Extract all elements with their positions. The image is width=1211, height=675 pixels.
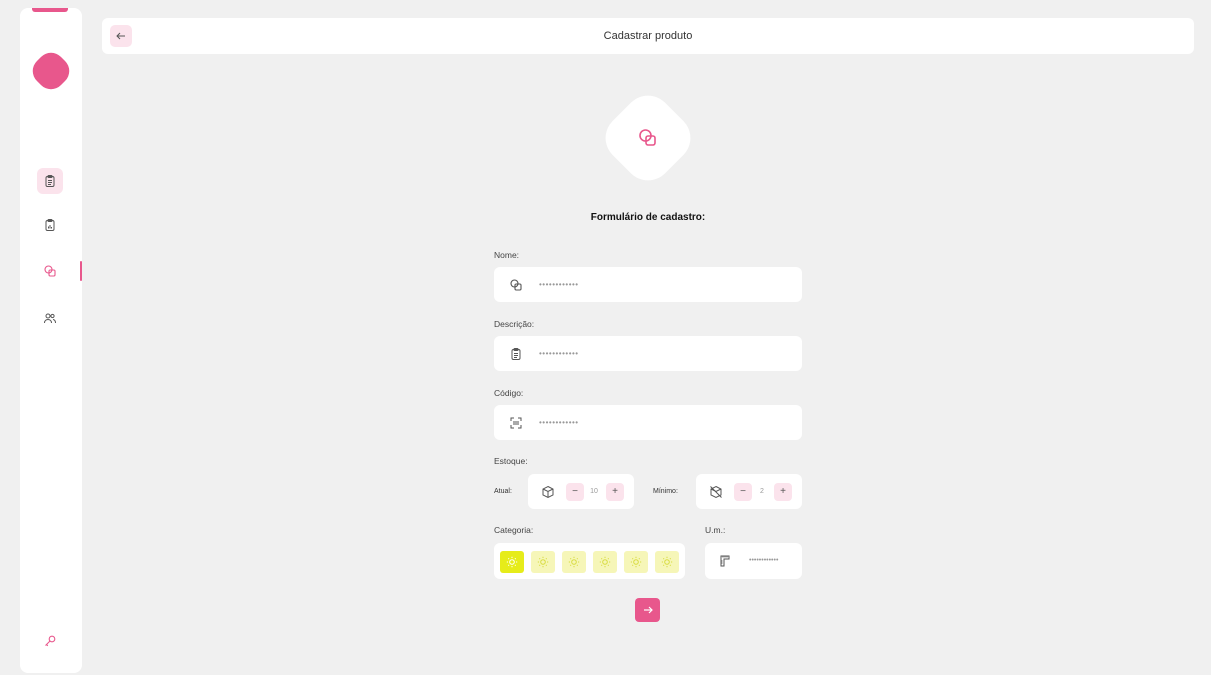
sidebar-item-key[interactable] bbox=[37, 628, 63, 654]
clipboard-icon bbox=[508, 346, 524, 362]
categoria-option[interactable] bbox=[500, 551, 524, 573]
minimo-value[interactable]: 2 bbox=[753, 474, 771, 509]
form-title: Formulário de cadastro: bbox=[590, 212, 706, 223]
atual-increment-button[interactable]: + bbox=[606, 483, 624, 501]
submit-button[interactable] bbox=[635, 598, 660, 622]
box-off-icon bbox=[708, 484, 724, 500]
logo[interactable] bbox=[26, 46, 76, 96]
estoque-minimo-stepper[interactable]: − 2 + bbox=[696, 474, 802, 509]
lightbulb-icon bbox=[661, 556, 673, 568]
ruler-icon bbox=[717, 553, 733, 569]
atual-decrement-button[interactable]: − bbox=[566, 483, 584, 501]
categoria-selector bbox=[494, 543, 685, 579]
sidebar bbox=[20, 8, 82, 673]
clipboard-list-icon bbox=[43, 174, 57, 188]
lightbulb-icon bbox=[630, 556, 642, 568]
arrow-right-icon bbox=[642, 604, 654, 616]
codigo-input[interactable]: •••••••••••• bbox=[539, 405, 579, 440]
nome-input[interactable]: •••••••••••• bbox=[539, 267, 579, 302]
categoria-option[interactable] bbox=[562, 551, 586, 573]
users-icon bbox=[43, 311, 57, 325]
descricao-field[interactable]: •••••••••••• bbox=[494, 336, 802, 371]
um-input[interactable]: •••••••••••• bbox=[749, 543, 778, 579]
page-title: Cadastrar produto bbox=[603, 30, 693, 42]
barcode-scan-icon bbox=[508, 415, 524, 431]
clipboard-chart-icon bbox=[43, 218, 57, 232]
box-icon bbox=[540, 484, 556, 500]
lightbulb-icon bbox=[599, 556, 611, 568]
sidebar-item-products[interactable] bbox=[37, 258, 63, 284]
descricao-input[interactable]: •••••••••••• bbox=[539, 336, 579, 371]
codigo-field[interactable]: •••••••••••• bbox=[494, 405, 802, 440]
categoria-option[interactable] bbox=[593, 551, 617, 573]
estoque-minimo-label: Mínimo: bbox=[653, 488, 678, 495]
lightbulb-icon bbox=[537, 556, 549, 568]
lightbulb-icon bbox=[506, 556, 518, 568]
estoque-label: Estoque: bbox=[494, 456, 528, 466]
categoria-option[interactable] bbox=[624, 551, 648, 573]
sidebar-active-indicator bbox=[80, 261, 82, 281]
header-bar: Cadastrar produto bbox=[102, 18, 1194, 54]
codigo-label: Código: bbox=[494, 388, 524, 398]
estoque-atual-label: Atual: bbox=[494, 488, 512, 495]
products-icon bbox=[508, 277, 524, 293]
sidebar-item-reports[interactable] bbox=[37, 212, 63, 238]
estoque-atual-stepper[interactable]: − 10 + bbox=[528, 474, 634, 509]
nome-field[interactable]: •••••••••••• bbox=[494, 267, 802, 302]
nome-label: Nome: bbox=[494, 250, 520, 260]
minimo-decrement-button[interactable]: − bbox=[734, 483, 752, 501]
sidebar-item-clipboard[interactable] bbox=[37, 168, 63, 194]
minimo-increment-button[interactable]: + bbox=[774, 483, 792, 501]
atual-value[interactable]: 10 bbox=[585, 474, 603, 509]
descricao-label: Descrição: bbox=[494, 319, 535, 329]
um-label: U.m.: bbox=[705, 525, 726, 535]
products-icon bbox=[632, 122, 664, 154]
categoria-label: Categoria: bbox=[494, 525, 534, 535]
categoria-option[interactable] bbox=[655, 551, 679, 573]
categoria-option[interactable] bbox=[531, 551, 555, 573]
um-field[interactable]: •••••••••••• bbox=[705, 543, 802, 579]
lightbulb-icon bbox=[568, 556, 580, 568]
sidebar-top-accent bbox=[32, 8, 68, 12]
sidebar-item-users[interactable] bbox=[37, 305, 63, 331]
products-icon bbox=[43, 264, 57, 278]
key-icon bbox=[43, 634, 57, 648]
